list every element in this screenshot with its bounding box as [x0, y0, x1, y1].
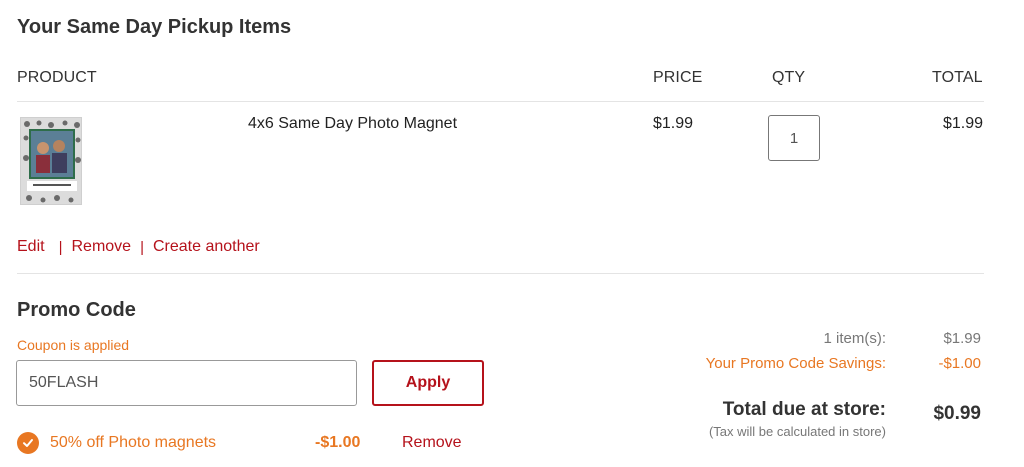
coupon-status: Coupon is applied: [17, 337, 130, 353]
action-separator: |: [58, 238, 63, 256]
column-header-product: PRODUCT: [17, 69, 97, 86]
promo-code-input[interactable]: [16, 360, 357, 406]
action-separator: |: [140, 238, 144, 256]
product-price: $1.99: [653, 115, 694, 132]
edit-link[interactable]: Edit: [17, 238, 45, 256]
header-divider: [17, 101, 984, 102]
quantity-value: 1: [789, 129, 799, 147]
applied-coupon-amount: -$1.00: [315, 434, 361, 451]
create-another-link[interactable]: Create another: [153, 238, 260, 256]
promo-code-title: Promo Code: [17, 299, 136, 321]
column-header-price: PRICE: [653, 69, 703, 86]
product-thumbnail[interactable]: [20, 117, 82, 205]
promo-savings-value: -$1.00: [938, 355, 981, 372]
applied-coupon-description: 50% off Photo magnets: [50, 434, 217, 451]
quantity-input[interactable]: 1: [768, 115, 820, 161]
remove-coupon-link[interactable]: Remove: [402, 434, 462, 452]
page-title: Your Same Day Pickup Items: [17, 16, 292, 38]
apply-button[interactable]: Apply: [372, 360, 484, 406]
tax-note: (Tax will be calculated in store): [708, 424, 886, 439]
check-circle-icon: [17, 432, 39, 454]
promo-savings-label: Your Promo Code Savings:: [705, 355, 886, 372]
items-count-label: 1 item(s):: [823, 330, 886, 347]
remove-item-link[interactable]: Remove: [71, 238, 131, 256]
total-due-value: $0.99: [933, 403, 981, 424]
row-actions: Edit | Remove | Create another: [17, 238, 260, 256]
section-divider: [17, 273, 984, 274]
photo-magnet-image: [21, 118, 81, 204]
product-total: $1.99: [943, 115, 984, 132]
total-due-label: Total due at store:: [722, 399, 886, 420]
product-name[interactable]: 4x6 Same Day Photo Magnet: [248, 115, 457, 133]
items-subtotal: $1.99: [943, 330, 981, 347]
column-header-qty: QTY: [772, 69, 806, 86]
column-header-total: TOTAL: [932, 69, 983, 86]
